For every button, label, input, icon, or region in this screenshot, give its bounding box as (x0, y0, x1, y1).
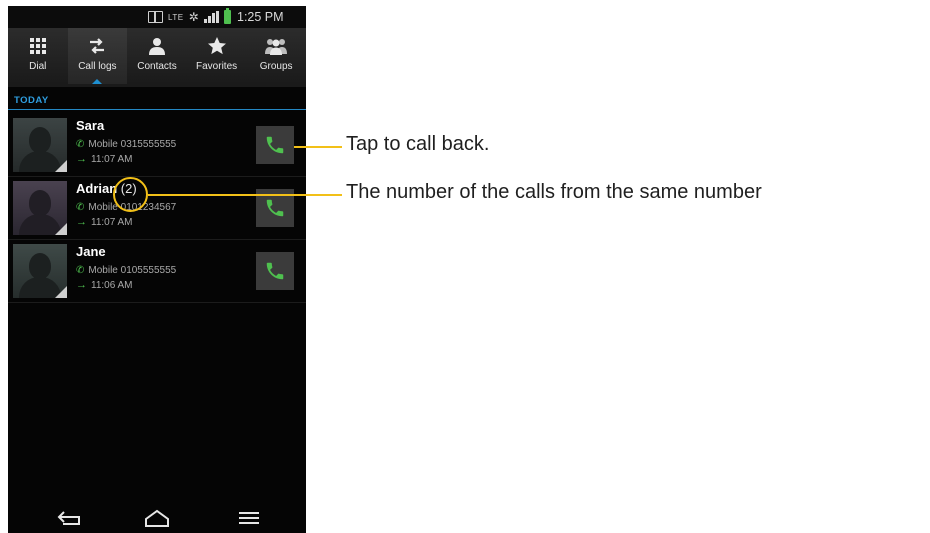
favorites-star-icon (206, 35, 228, 57)
contact-name: Jane (76, 244, 106, 259)
tab-groups-label: Groups (259, 61, 293, 72)
phone-type-icon: ✆ (76, 139, 85, 150)
battery-icon (223, 8, 231, 24)
avatar[interactable] (13, 244, 67, 298)
tab-favorites[interactable]: Favorites (187, 28, 247, 84)
call-logs-icon (86, 35, 108, 57)
section-header-label: TODAY (14, 95, 49, 106)
back-icon (57, 511, 80, 525)
phone-number-line: ✆ Mobile 0105555555 (76, 265, 176, 276)
call-count-callout: The number of the calls from the same nu… (346, 181, 762, 203)
avatar[interactable] (13, 118, 67, 172)
phone-icon (266, 199, 284, 217)
call-time: 11:06 AM (91, 279, 133, 291)
sim-card-icon (148, 11, 163, 23)
contacts-icon (146, 35, 168, 57)
phone-icon (266, 136, 284, 154)
tab-call-logs-label: Call logs (78, 61, 117, 72)
tab-divider (8, 84, 306, 87)
tab-bar: Dial Call logs Contacts Favorites Groups (8, 28, 306, 84)
home-icon (145, 509, 169, 527)
menu-icon (239, 512, 259, 524)
call-back-button[interactable] (256, 252, 294, 290)
tab-contacts[interactable]: Contacts (127, 28, 187, 84)
signal-strength-icon (203, 11, 219, 23)
call-time-line: → 11:06 AM (76, 279, 133, 291)
groups-icon (265, 35, 288, 57)
phone-number-line: ✆ Mobile 0315555555 (76, 139, 176, 150)
tab-groups[interactable]: Groups (246, 28, 306, 84)
back-button[interactable] (56, 508, 86, 528)
phone-number: Mobile 0105555555 (88, 265, 177, 276)
sync-icon: ✲ (188, 10, 199, 24)
outgoing-call-icon: → (76, 279, 87, 291)
phone-type-icon: ✆ (76, 265, 85, 276)
avatar[interactable] (13, 181, 67, 235)
call-back-button[interactable] (256, 126, 294, 164)
outgoing-call-icon: → (76, 153, 87, 165)
tab-dial-label: Dial (29, 61, 47, 72)
call-time: 11:07 AM (91, 216, 133, 228)
contact-name: Sara (76, 118, 105, 133)
call-time: 11:07 AM (91, 153, 133, 165)
call-count-highlight-circle (113, 177, 148, 212)
tab-favorites-label: Favorites (196, 61, 238, 72)
tab-contacts-label: Contacts (137, 61, 177, 72)
tab-call-logs[interactable]: Call logs (67, 28, 128, 84)
call-count-callout-line (148, 194, 342, 196)
call-back-callout-line (294, 146, 342, 148)
outgoing-call-icon: → (76, 216, 87, 228)
status-bar: LTE ✲ 1:25 PM (8, 6, 306, 28)
menu-button[interactable] (234, 508, 264, 528)
call-time-line: → 11:07 AM (76, 153, 133, 165)
phone-icon (266, 262, 284, 280)
status-time: 1:25 PM (237, 10, 284, 24)
phone-screen: LTE ✲ 1:25 PM Dial Call logs Contacts Fa… (8, 6, 306, 533)
call-time-line: → 11:07 AM (76, 216, 133, 228)
network-type-label: LTE (168, 12, 184, 22)
call-back-callout: Tap to call back. (346, 133, 490, 155)
phone-type-icon: ✆ (76, 202, 85, 213)
home-button[interactable] (142, 508, 172, 528)
dialpad-icon (27, 35, 49, 57)
call-log-item-adrian[interactable]: Adrian (2) ✆ Mobile 0101234567 → 11:07 A… (8, 177, 306, 240)
navigation-bar (8, 502, 306, 533)
section-header-today: TODAY (8, 94, 306, 110)
tab-dial[interactable]: Dial (8, 28, 68, 84)
phone-number: Mobile 0315555555 (88, 139, 177, 150)
call-log-item-jane[interactable]: Jane ✆ Mobile 0105555555 → 11:06 AM (8, 240, 306, 303)
call-log-item-sara[interactable]: Sara ✆ Mobile 0315555555 → 11:07 AM (8, 114, 306, 177)
